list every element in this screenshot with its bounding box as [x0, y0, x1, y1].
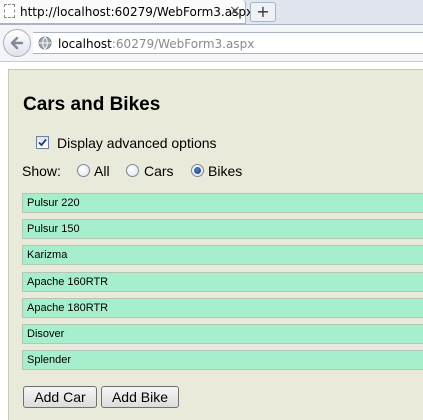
add-car-button[interactable]: Add Car — [23, 386, 97, 408]
url-path: :60279/WebForm3.aspx — [111, 37, 255, 51]
url-host: localhost — [58, 37, 112, 51]
tab-title: http://localhost:60279/WebForm3.aspx — [20, 5, 254, 19]
radio-bikes[interactable] — [191, 164, 204, 177]
navigation-bar: localhost:60279/WebForm3.aspx — [0, 25, 423, 62]
list-item[interactable]: Apache 160RTR — [22, 272, 423, 292]
list-item[interactable]: Disover — [22, 324, 423, 344]
checkmark-icon — [38, 138, 47, 147]
page-content: Cars and Bikes Display advanced options … — [8, 69, 423, 420]
list-item[interactable]: Splender — [22, 350, 423, 370]
browser-tab[interactable]: http://localhost:60279/WebForm3.aspx × — [0, 0, 253, 24]
globe-icon — [38, 36, 52, 50]
radio-all-label[interactable]: All — [94, 163, 110, 179]
radio-cars-label[interactable]: Cars — [144, 163, 174, 179]
add-bike-button[interactable]: Add Bike — [101, 386, 179, 408]
new-tab-button[interactable]: + — [250, 2, 276, 22]
list-item[interactable]: Pulsur 220 — [22, 193, 423, 213]
show-label: Show: — [22, 163, 61, 179]
radio-all[interactable] — [77, 164, 90, 177]
list-item[interactable]: Karizma — [22, 245, 423, 265]
advanced-options-checkbox[interactable] — [36, 136, 49, 149]
page-title: Cars and Bikes — [23, 94, 161, 115]
radio-bikes-label[interactable]: Bikes — [208, 163, 242, 179]
page-icon — [4, 4, 15, 18]
back-arrow-icon — [10, 36, 24, 50]
back-button[interactable] — [3, 29, 31, 57]
advanced-options-label[interactable]: Display advanced options — [57, 135, 217, 151]
address-bar[interactable]: localhost:60279/WebForm3.aspx — [33, 32, 423, 54]
tab-strip: http://localhost:60279/WebForm3.aspx × + — [0, 0, 423, 25]
list-item[interactable]: Apache 180RTR — [22, 298, 423, 318]
show-filter: Show: All Cars Bikes — [22, 163, 342, 179]
list-item[interactable]: Pulsur 150 — [22, 219, 423, 239]
close-tab-icon[interactable]: × — [229, 3, 241, 19]
radio-selected-dot — [194, 167, 201, 174]
radio-cars[interactable] — [126, 164, 139, 177]
url-text: localhost:60279/WebForm3.aspx — [58, 37, 254, 51]
